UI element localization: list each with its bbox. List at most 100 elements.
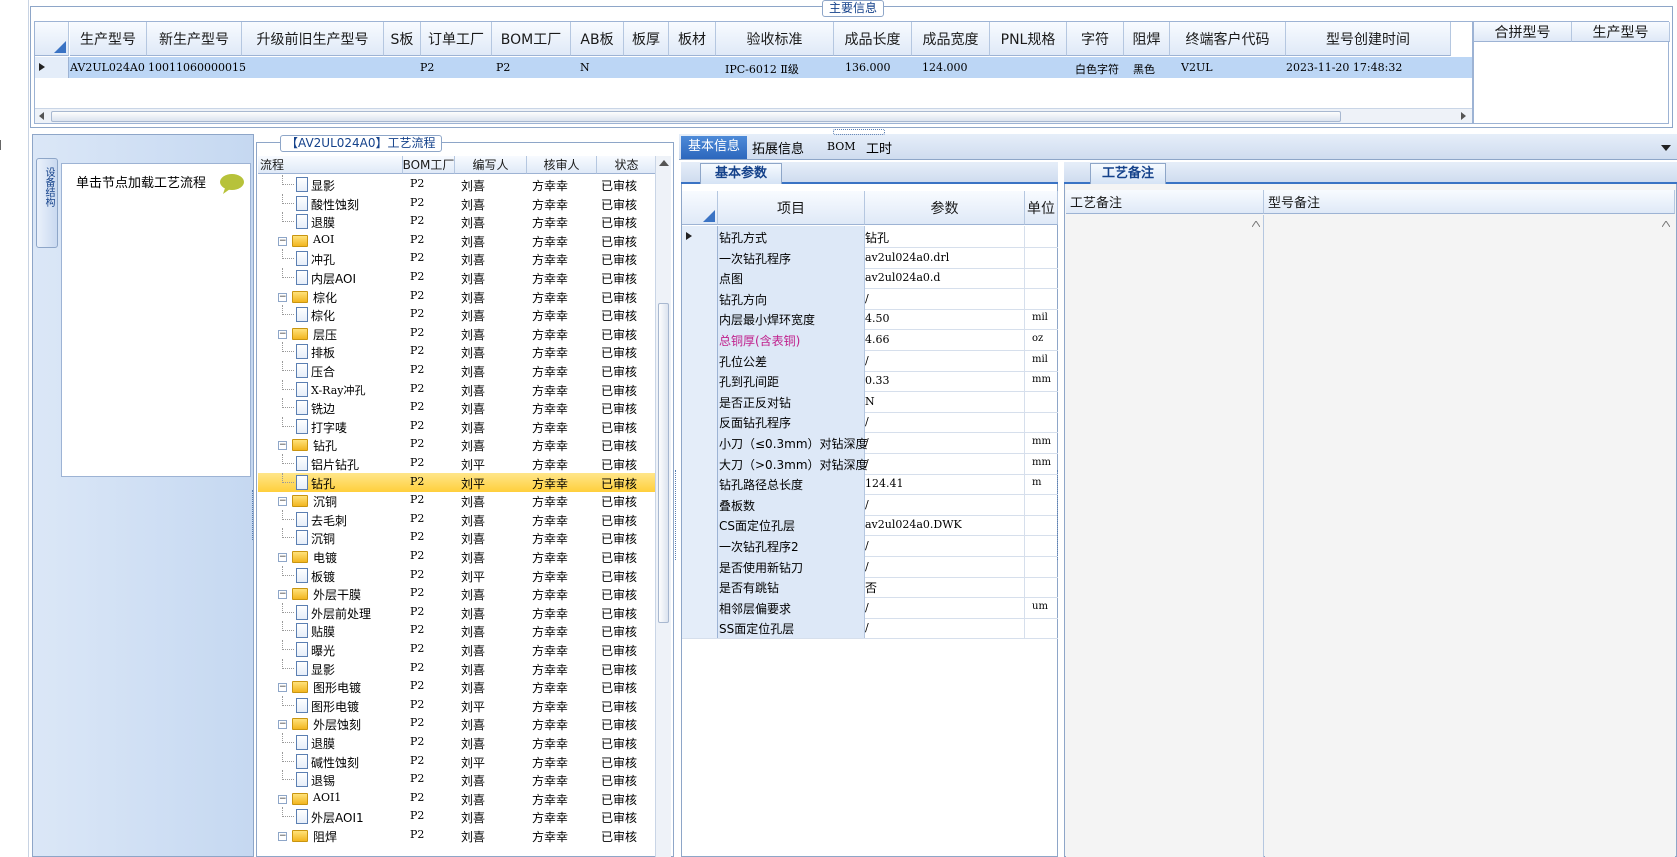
param-value[interactable]: N <box>865 395 875 408</box>
param-value[interactable]: / <box>865 621 869 634</box>
main-col-header[interactable]: AB板 <box>571 22 624 56</box>
device-vertical-tab[interactable]: 设备结构 <box>36 158 58 248</box>
cell-ab[interactable]: N <box>580 61 590 74</box>
param-row[interactable]: 钻孔路径总长度 124.41 m <box>682 473 1058 496</box>
param-row[interactable]: 孔到孔间距 0.33 mm <box>682 370 1058 393</box>
main-col-header[interactable]: 订单工厂 <box>421 22 492 56</box>
grid-corner[interactable] <box>35 22 69 56</box>
params-col-value[interactable]: 参数 <box>865 191 1025 225</box>
param-value[interactable]: 4.66 <box>865 333 890 346</box>
cell-bom-factory[interactable]: P2 <box>496 61 510 74</box>
vscroll-thumb[interactable] <box>658 303 669 623</box>
param-value[interactable]: 0.33 <box>865 374 890 387</box>
process-tree-row[interactable]: − 钻孔 P2 刘喜 方幸幸 已审核 <box>258 435 671 454</box>
basic-params-subtab[interactable]: 基本参数 <box>700 163 782 184</box>
main-col-header[interactable]: 型号创建时间 <box>1286 22 1451 56</box>
process-tree-row[interactable]: − AOI P2 刘喜 方幸幸 已审核 <box>258 231 671 250</box>
main-col-header[interactable]: PNL规格 <box>990 22 1067 56</box>
notes-col-process[interactable]: 工艺备注 <box>1066 190 1264 214</box>
tab-grip-icon[interactable] <box>833 129 885 135</box>
params-splitter[interactable] <box>1057 470 1061 560</box>
scroll-right-icon[interactable] <box>1461 112 1466 120</box>
process-tree-row[interactable]: − 外层干膜 P2 刘喜 方幸幸 已审核 <box>258 584 671 603</box>
process-tree-row[interactable]: 排板 P2 刘喜 方幸幸 已审核 <box>258 342 671 361</box>
collapse-toggle-icon[interactable]: − <box>278 441 287 451</box>
process-col-header[interactable]: BOM工厂 <box>403 156 455 174</box>
process-vscrollbar[interactable] <box>655 156 671 857</box>
param-row[interactable]: CS面定位孔层 av2ul024a0.DWK <box>682 514 1058 537</box>
cell-customer[interactable]: V2UL <box>1181 61 1213 74</box>
model-note-scroll-up-icon[interactable] <box>1662 221 1670 227</box>
param-row[interactable]: 是否使用新钻刀 / <box>682 555 1058 578</box>
collapse-toggle-icon[interactable]: − <box>278 720 287 730</box>
process-tree-row[interactable]: X-Ray冲孔 P2 刘喜 方幸幸 已审核 <box>258 379 671 399</box>
tab-worktime[interactable]: 工时 <box>866 138 892 157</box>
tab-basic-info[interactable]: 基本信息 <box>681 136 747 159</box>
process-tree-row[interactable]: − 棕化 P2 刘喜 方幸幸 已审核 <box>258 287 671 306</box>
param-value[interactable]: / <box>865 498 869 511</box>
cell-char[interactable]: 白色字符 <box>1075 61 1119 77</box>
cell-length[interactable]: 136.000 <box>845 61 891 74</box>
param-value[interactable]: 4.50 <box>865 312 890 325</box>
tab-dropdown-icon[interactable] <box>1661 145 1671 151</box>
main-col-header[interactable]: 验收标准 <box>716 22 834 56</box>
main-col-header[interactable]: 成品宽度 <box>912 22 990 56</box>
param-value[interactable]: / <box>865 292 869 305</box>
process-tree-row[interactable]: 棕化 P2 刘喜 方幸幸 已审核 <box>258 305 671 324</box>
process-tree-row[interactable]: 碱性蚀刻 P2 刘平 方幸幸 已审核 <box>258 751 671 771</box>
process-tree-row[interactable]: 打字唛 P2 刘喜 方幸幸 已审核 <box>258 416 671 436</box>
process-tree-row[interactable]: 铣边 P2 刘喜 方幸幸 已审核 <box>258 398 671 417</box>
cell-standard[interactable]: IPC-6012 Ⅱ级 <box>725 61 799 77</box>
collapse-toggle-icon[interactable]: − <box>278 292 287 302</box>
collapse-toggle-icon[interactable]: − <box>278 497 287 507</box>
param-value[interactable]: av2ul024a0.drl <box>865 251 949 264</box>
process-tree-row[interactable]: 钻孔 P2 刘平 方幸幸 已审核 <box>258 472 671 492</box>
param-row[interactable]: SS面定位孔层 / <box>682 617 1058 640</box>
param-value[interactable]: 否 <box>865 579 877 596</box>
note-scroll-up-icon[interactable] <box>1252 221 1260 227</box>
main-col-header[interactable]: 板厚 <box>624 22 669 56</box>
param-row[interactable]: 小刀（≤0.3mm）对钻深度 / mm <box>682 432 1058 454</box>
main-col-header[interactable]: S板 <box>384 22 421 56</box>
merge-col-header[interactable]: 合拼型号 <box>1474 22 1572 42</box>
main-col-header[interactable]: 字符 <box>1067 22 1124 56</box>
device-tree-area[interactable]: 单击节点加载工艺流程 <box>61 163 251 477</box>
collapse-toggle-icon[interactable]: − <box>278 590 287 600</box>
main-col-header[interactable]: 成品长度 <box>834 22 912 56</box>
process-tree-row[interactable]: − 图形电镀 P2 刘喜 方幸幸 已审核 <box>258 677 671 696</box>
cell-created[interactable]: 2023-11-20 17:48:32 <box>1286 61 1402 74</box>
process-tree-row[interactable]: 显影 P2 刘喜 方幸幸 已审核 <box>258 175 671 194</box>
collapse-toggle-icon[interactable]: − <box>278 794 287 804</box>
model-note-textarea[interactable] <box>1265 215 1675 857</box>
cell-width[interactable]: 124.000 <box>922 61 968 74</box>
process-tree-row[interactable]: 酸性蚀刻 P2 刘喜 方幸幸 已审核 <box>258 193 671 213</box>
cell-mask[interactable]: 黑色 <box>1133 61 1155 77</box>
process-tree-row[interactable]: 内层AOI P2 刘喜 方幸幸 已审核 <box>258 268 671 287</box>
process-tree-row[interactable]: 曝光 P2 刘喜 方幸幸 已审核 <box>258 640 671 659</box>
collapse-toggle-icon[interactable]: − <box>278 553 287 562</box>
process-tree-row[interactable]: 退膜 P2 刘喜 方幸幸 已审核 <box>258 733 671 752</box>
param-row[interactable]: 是否正反对钻 N <box>682 390 1058 413</box>
param-row[interactable]: 内层最小焊环宽度 4.50 mil <box>682 308 1058 331</box>
param-row[interactable]: 一次钻孔程序 av2ul024a0.drl <box>682 246 1058 269</box>
cell-prod-model[interactable]: AV2UL024A0 <box>70 61 145 74</box>
process-tree-row[interactable]: 板镀 P2 刘平 方幸幸 已审核 <box>258 565 671 585</box>
process-tree-row[interactable]: 贴膜 P2 刘喜 方幸幸 已审核 <box>258 621 671 640</box>
tab-bom[interactable]: BOM <box>827 140 856 153</box>
param-value[interactable]: / <box>865 354 869 367</box>
param-row[interactable]: 孔位公差 / mil <box>682 349 1058 372</box>
main-col-header[interactable]: 阻焊 <box>1124 22 1170 56</box>
process-tree-row[interactable]: 外层前处理 P2 刘喜 方幸幸 已审核 <box>258 602 671 622</box>
param-row[interactable]: 叠板数 / <box>682 493 1058 516</box>
cell-order-factory[interactable]: P2 <box>420 61 434 74</box>
hscroll-thumb[interactable] <box>51 111 1341 122</box>
collapse-toggle-icon[interactable]: − <box>278 236 287 246</box>
collapse-toggle-icon[interactable]: − <box>278 832 287 841</box>
process-tree-row[interactable]: 沉铜 P2 刘喜 方幸幸 已审核 <box>258 528 671 547</box>
param-row[interactable]: 点图 av2ul024a0.d <box>682 267 1058 290</box>
main-col-header[interactable]: 终端客户代码 <box>1170 22 1286 56</box>
param-row[interactable]: 反面钻孔程序 / <box>682 411 1058 434</box>
notes-subtab[interactable]: 工艺备注 <box>1090 163 1166 184</box>
param-row[interactable]: 相邻层偏要求 / um <box>682 596 1058 619</box>
param-value[interactable]: / <box>865 415 869 428</box>
